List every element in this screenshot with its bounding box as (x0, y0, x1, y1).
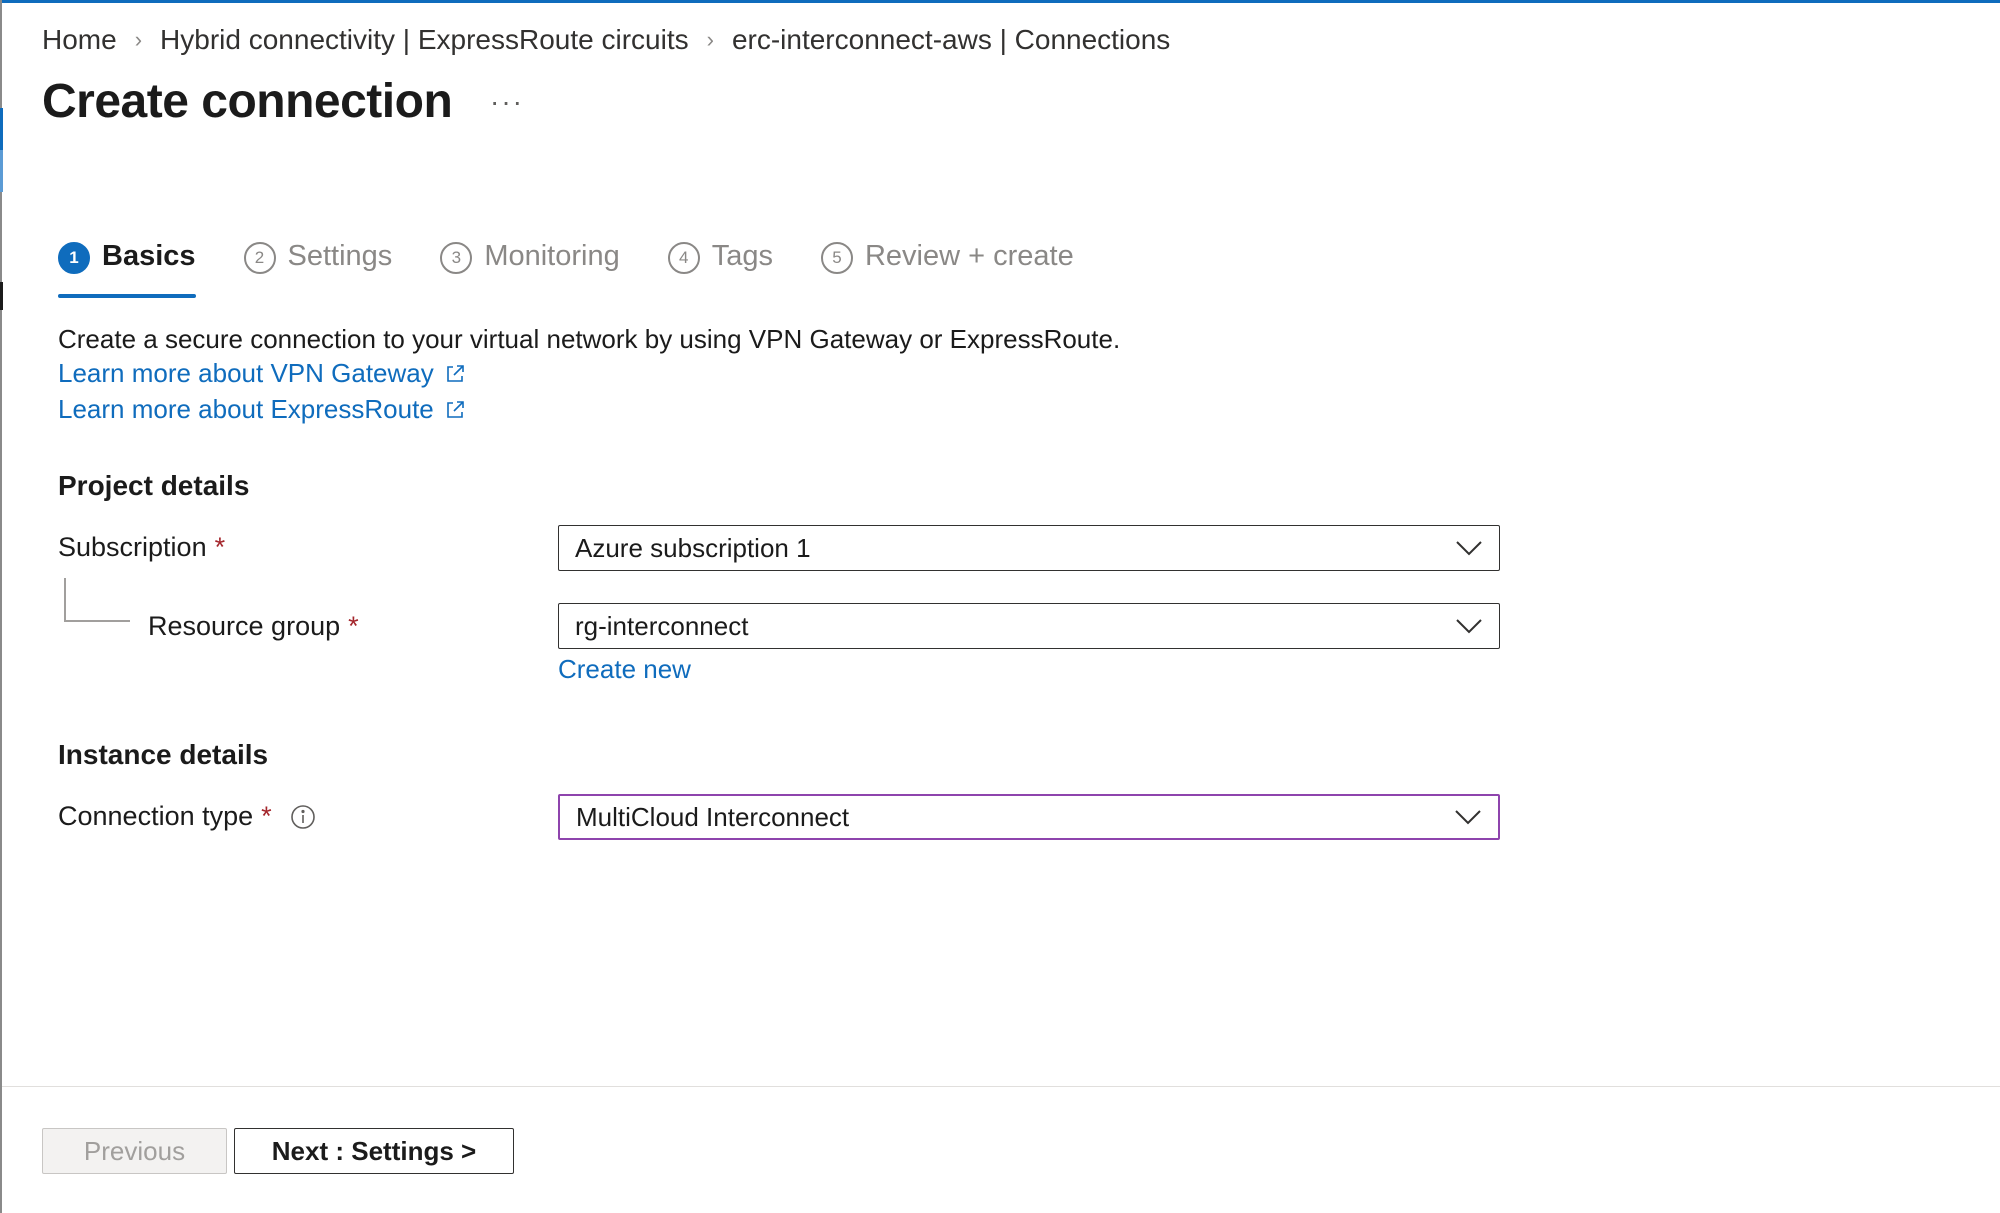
field-label-text: Connection type (58, 801, 254, 831)
left-edge-marker (0, 282, 3, 310)
link-label: Learn more about VPN Gateway (58, 358, 434, 388)
subscription-dropdown[interactable]: Azure subscription 1 (558, 525, 1500, 571)
tree-connector (64, 578, 66, 622)
vpn-gateway-link[interactable]: Learn more about VPN Gateway (58, 358, 466, 389)
page-title: Create connection (42, 75, 453, 128)
tab-label: Tags (711, 240, 773, 272)
top-accent-bar (0, 0, 2000, 3)
next-settings-button[interactable]: Next : Settings > (234, 1128, 514, 1174)
connection-type-dropdown[interactable]: MultiCloud Interconnect (558, 794, 1500, 840)
external-link-icon (444, 399, 466, 421)
link-label: Learn more about ExpressRoute (58, 394, 434, 424)
tab-label: Monitoring (484, 240, 620, 272)
left-edge-marker (0, 108, 3, 150)
required-asterisk: * (261, 801, 272, 831)
step-number-badge: 2 (243, 242, 276, 274)
resource-group-dropdown[interactable]: rg-interconnect (558, 603, 1500, 649)
required-asterisk: * (214, 532, 226, 562)
breadcrumb: Home › Hybrid connectivity | ExpressRout… (42, 20, 1170, 60)
instance-details-heading: Instance details (58, 739, 269, 770)
intro-description: Create a secure connection to your virtu… (58, 324, 1121, 354)
wizard-tabs: 1 Basics 2 Settings 3 Monitoring 4 Tags … (58, 240, 1122, 298)
breadcrumb-expressroute-circuits[interactable]: Hybrid connectivity | ExpressRoute circu… (160, 24, 689, 56)
step-number-badge: 5 (820, 242, 853, 274)
step-number-badge: 1 (58, 242, 90, 274)
info-icon[interactable] (290, 804, 316, 830)
breadcrumb-connections[interactable]: erc-interconnect-aws | Connections (732, 24, 1170, 56)
create-new-resource-group-link[interactable]: Create new (558, 654, 691, 685)
footer-divider (2, 1086, 2000, 1087)
project-details-heading: Project details (58, 470, 250, 501)
resource-group-label: Resource group * (148, 611, 359, 642)
expressroute-link[interactable]: Learn more about ExpressRoute (58, 394, 466, 425)
chevron-right-icon: › (706, 27, 714, 52)
chevron-down-icon (1455, 617, 1483, 635)
more-options-icon[interactable]: ··· (490, 86, 524, 118)
chevron-down-icon (1455, 539, 1483, 557)
previous-button: Previous (42, 1128, 227, 1174)
dropdown-value: rg-interconnect (575, 610, 749, 641)
step-number-badge: 3 (440, 242, 473, 274)
required-asterisk: * (348, 611, 359, 641)
tab-label: Settings (287, 240, 393, 272)
tab-label: Basics (102, 240, 196, 272)
dropdown-value: MultiCloud Interconnect (576, 801, 850, 832)
tab-tags[interactable]: 4 Tags (667, 240, 773, 298)
tab-monitoring[interactable]: 3 Monitoring (440, 240, 620, 298)
step-number-badge: 4 (667, 242, 700, 274)
field-label-text: Resource group (148, 611, 341, 641)
breadcrumb-home[interactable]: Home (42, 24, 117, 56)
subscription-label: Subscription * (58, 532, 225, 563)
tab-label: Review + create (864, 240, 1074, 272)
chevron-down-icon (1454, 808, 1482, 826)
connection-type-label: Connection type * (58, 801, 316, 832)
external-link-icon (444, 363, 466, 385)
tree-connector (64, 620, 130, 622)
chevron-right-icon: › (134, 27, 143, 52)
field-label-text: Subscription (58, 532, 207, 562)
tab-review-create[interactable]: 5 Review + create (820, 240, 1074, 298)
tab-basics[interactable]: 1 Basics (58, 240, 196, 298)
tab-settings[interactable]: 2 Settings (243, 240, 393, 298)
left-edge-marker (0, 150, 3, 192)
dropdown-value: Azure subscription 1 (575, 532, 811, 563)
